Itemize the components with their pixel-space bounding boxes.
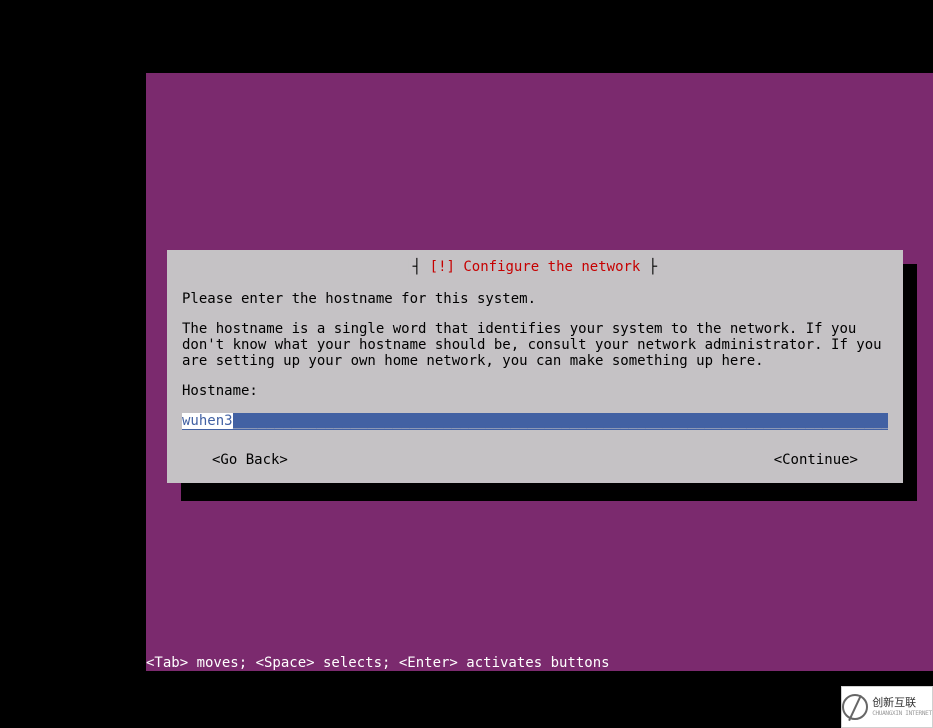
watermark-text-wrap: 创新互联 CHUANGXIN INTERNET: [872, 697, 932, 716]
watermark-sub: CHUANGXIN INTERNET: [872, 710, 932, 717]
hostname-value: wuhen3: [182, 413, 233, 429]
hostname-input[interactable]: wuhen3__________________________________…: [182, 413, 888, 429]
configure-network-dialog: [!] Configure the network Please enter t…: [167, 250, 903, 483]
dialog-description: The hostname is a single word that ident…: [182, 321, 888, 369]
watermark-brand: 创新互联: [872, 697, 932, 709]
input-underline: ________________________________________…: [233, 413, 888, 429]
dialog-prompt: Please enter the hostname for this syste…: [182, 291, 888, 307]
help-bar: <Tab> moves; <Space> selects; <Enter> ac…: [146, 653, 933, 671]
hostname-label: Hostname:: [182, 383, 888, 399]
go-back-button[interactable]: <Go Back>: [212, 452, 288, 468]
continue-button[interactable]: <Continue>: [774, 452, 858, 468]
dialog-body: Please enter the hostname for this syste…: [182, 277, 888, 468]
watermark: 创新互联 CHUANGXIN INTERNET: [841, 686, 933, 728]
dialog-wrap: [!] Configure the network Please enter t…: [167, 250, 915, 483]
buttons-row: <Go Back> <Continue>: [182, 452, 888, 468]
watermark-logo-icon: [842, 694, 868, 720]
dialog-title-row: [!] Configure the network: [182, 259, 888, 277]
dialog-title: [!] Configure the network: [409, 259, 661, 275]
